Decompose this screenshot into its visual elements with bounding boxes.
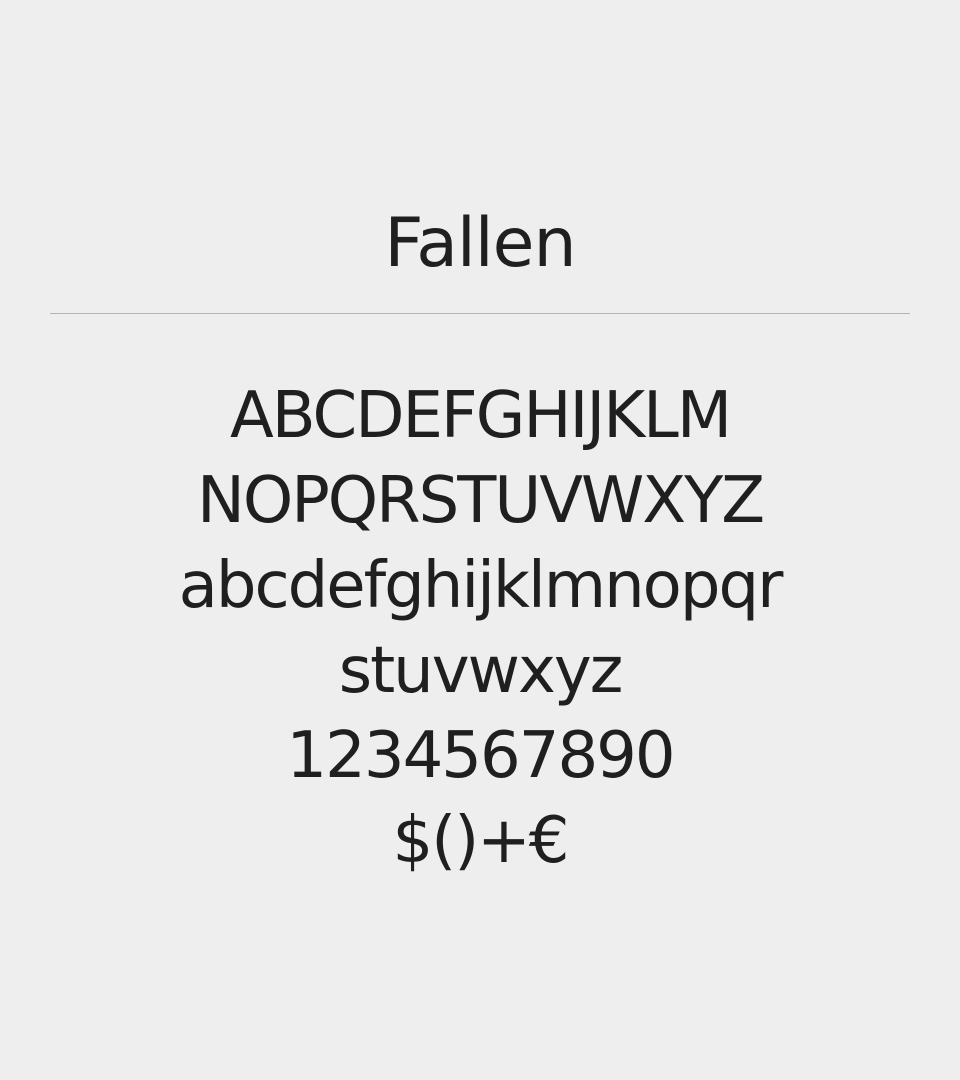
font-name-title: Fallen — [384, 204, 576, 283]
symbols-line: $()+€ — [392, 804, 570, 878]
lowercase-line-1: abcdefghijklmnopqr — [178, 549, 784, 623]
font-specimen: Fallen ABCDEFGHIJKLM NOPQRSTUVWXYZ abcde… — [0, 0, 960, 1080]
divider — [50, 313, 910, 314]
uppercase-line-1: ABCDEFGHIJKLM — [229, 379, 732, 453]
uppercase-line-2: NOPQRSTUVWXYZ — [196, 464, 765, 538]
lowercase-line-2: stuvwxyz — [338, 634, 624, 708]
glyph-set: ABCDEFGHIJKLM NOPQRSTUVWXYZ abcdefghijkl… — [0, 374, 960, 884]
numerals-line: 1234567890 — [286, 719, 675, 793]
